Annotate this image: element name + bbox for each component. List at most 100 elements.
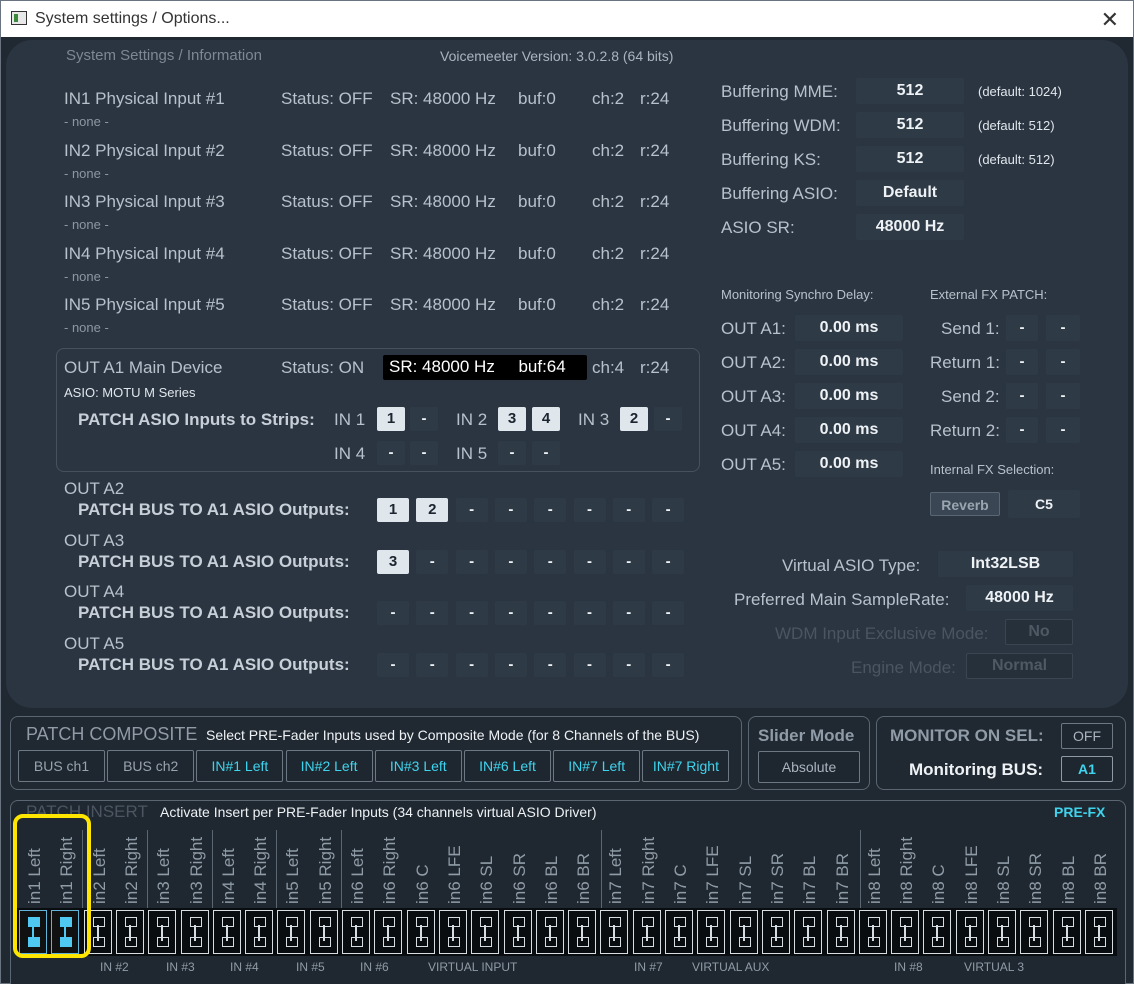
insert-slot-toggle[interactable]: [891, 910, 920, 954]
out-patch-slot[interactable]: -: [573, 498, 606, 522]
out-patch-slot[interactable]: -: [534, 549, 567, 574]
composite-button[interactable]: BUS ch2: [107, 750, 195, 782]
buffering-value[interactable]: 48000 Hz: [856, 214, 964, 240]
fx-patch-slot-a[interactable]: -: [1006, 349, 1038, 375]
in3-patch-left[interactable]: 2: [620, 407, 648, 431]
in3-patch-right[interactable]: -: [654, 407, 682, 431]
insert-slot-toggle[interactable]: [342, 910, 370, 954]
in4-patch-right[interactable]: -: [410, 441, 438, 465]
fx-patch-slot-b[interactable]: -: [1046, 417, 1080, 443]
insert-slot-toggle[interactable]: [1084, 910, 1113, 954]
virtual-asio-type[interactable]: Int32LSB: [938, 551, 1073, 577]
insert-slot-toggle[interactable]: [1020, 910, 1049, 954]
fx-patch-slot-b[interactable]: -: [1046, 383, 1080, 409]
insert-slot-toggle[interactable]: [438, 910, 467, 954]
out-patch-slot[interactable]: -: [573, 601, 606, 625]
in4-patch-left[interactable]: -: [377, 441, 405, 465]
buffering-value[interactable]: Default: [856, 180, 964, 206]
insert-slot-toggle[interactable]: [697, 910, 726, 954]
out-patch-slot[interactable]: -: [494, 601, 527, 625]
wdm-exclusive-value[interactable]: No: [1005, 619, 1073, 645]
composite-button[interactable]: BUS ch1: [18, 750, 105, 782]
insert-slot-toggle[interactable]: [729, 910, 758, 954]
insert-slot-toggle[interactable]: [600, 910, 629, 954]
out-patch-slot[interactable]: -: [494, 498, 527, 522]
out-patch-slot[interactable]: -: [652, 601, 685, 625]
in2-patch-right[interactable]: 4: [532, 407, 560, 431]
insert-slot-toggle[interactable]: [212, 910, 241, 954]
buffering-value[interactable]: 512: [856, 146, 964, 172]
insert-slot-toggle[interactable]: [245, 910, 274, 954]
out-patch-slot[interactable]: -: [455, 498, 488, 522]
out-patch-slot[interactable]: 2: [416, 498, 449, 522]
out-patch-slot[interactable]: -: [573, 652, 606, 677]
insert-slot-toggle[interactable]: [665, 910, 693, 954]
out-patch-slot[interactable]: -: [534, 652, 567, 677]
out-patch-slot[interactable]: -: [494, 652, 527, 677]
in1-patch-right[interactable]: -: [410, 407, 438, 431]
out-patch-slot[interactable]: -: [494, 549, 527, 574]
out-patch-slot[interactable]: -: [534, 601, 567, 625]
out-patch-slot[interactable]: 3: [377, 549, 409, 574]
fx-patch-slot-a[interactable]: -: [1006, 417, 1038, 443]
in5-patch-right[interactable]: -: [532, 441, 560, 465]
out-patch-slot[interactable]: -: [455, 652, 488, 677]
monitoring-delay-value[interactable]: 0.00 ms: [795, 349, 903, 375]
monitoring-delay-value[interactable]: 0.00 ms: [795, 315, 903, 341]
buffering-value[interactable]: 512: [856, 78, 964, 104]
insert-slot-toggle[interactable]: [115, 910, 144, 954]
insert-slot-toggle[interactable]: [1052, 910, 1081, 954]
out-patch-slot[interactable]: -: [416, 549, 449, 574]
reverb-button[interactable]: Reverb: [930, 492, 1000, 516]
composite-button[interactable]: IN#7 Left: [553, 750, 641, 782]
monitoring-delay-value[interactable]: 0.00 ms: [795, 417, 903, 443]
pre-fx-toggle[interactable]: PRE-FX: [1054, 804, 1105, 820]
in1-patch-left[interactable]: 1: [377, 407, 405, 431]
insert-slot-toggle[interactable]: [503, 910, 532, 954]
fx-patch-slot-a[interactable]: -: [1006, 383, 1038, 409]
insert-slot-toggle[interactable]: [51, 910, 80, 954]
composite-button[interactable]: IN#7 Right: [642, 750, 730, 782]
out-patch-slot[interactable]: -: [612, 652, 645, 677]
monitoring-bus-select[interactable]: A1: [1061, 756, 1113, 782]
insert-slot-toggle[interactable]: [406, 910, 435, 954]
monitoring-delay-value[interactable]: 0.00 ms: [795, 383, 903, 409]
insert-slot-toggle[interactable]: [180, 910, 209, 954]
fx-patch-slot-b[interactable]: -: [1046, 315, 1080, 341]
insert-slot-toggle[interactable]: [955, 910, 984, 954]
out-patch-slot[interactable]: -: [455, 601, 488, 625]
out-patch-slot[interactable]: -: [612, 549, 645, 574]
out-patch-slot[interactable]: -: [377, 601, 409, 625]
insert-slot-toggle[interactable]: [632, 910, 661, 954]
c5-button[interactable]: C5: [1008, 490, 1080, 518]
insert-slot-toggle[interactable]: [535, 910, 564, 954]
composite-button[interactable]: IN#3 Left: [374, 750, 462, 782]
out-patch-slot[interactable]: 1: [377, 498, 409, 522]
out-patch-slot[interactable]: -: [416, 601, 449, 625]
insert-slot-toggle[interactable]: [471, 910, 500, 954]
out-patch-slot[interactable]: -: [455, 549, 488, 574]
insert-slot-toggle[interactable]: [761, 910, 790, 954]
out-patch-slot[interactable]: -: [652, 549, 685, 574]
insert-slot-toggle[interactable]: [148, 910, 177, 954]
insert-slot-toggle[interactable]: [568, 910, 597, 954]
out-patch-slot[interactable]: -: [652, 498, 685, 522]
close-icon[interactable]: ✕: [1101, 7, 1119, 33]
out-patch-slot[interactable]: -: [534, 498, 567, 522]
monitor-on-sel-toggle[interactable]: OFF: [1061, 723, 1113, 749]
fx-patch-slot-b[interactable]: -: [1046, 349, 1080, 375]
samplerate-value[interactable]: 48000 Hz: [966, 585, 1073, 611]
out-patch-slot[interactable]: -: [377, 652, 409, 677]
out-patch-slot[interactable]: -: [573, 549, 606, 574]
insert-slot-toggle[interactable]: [83, 910, 112, 954]
buffering-value[interactable]: 512: [856, 112, 964, 138]
out-patch-slot[interactable]: -: [612, 601, 645, 625]
in5-patch-left[interactable]: -: [498, 441, 526, 465]
insert-slot-toggle[interactable]: [988, 910, 1016, 954]
composite-button[interactable]: IN#1 Left: [196, 750, 284, 782]
insert-slot-toggle[interactable]: [19, 910, 47, 954]
in2-patch-left[interactable]: 3: [498, 407, 526, 431]
out-patch-slot[interactable]: -: [612, 498, 645, 522]
composite-button[interactable]: IN#2 Left: [285, 750, 373, 782]
out-patch-slot[interactable]: -: [416, 652, 449, 677]
